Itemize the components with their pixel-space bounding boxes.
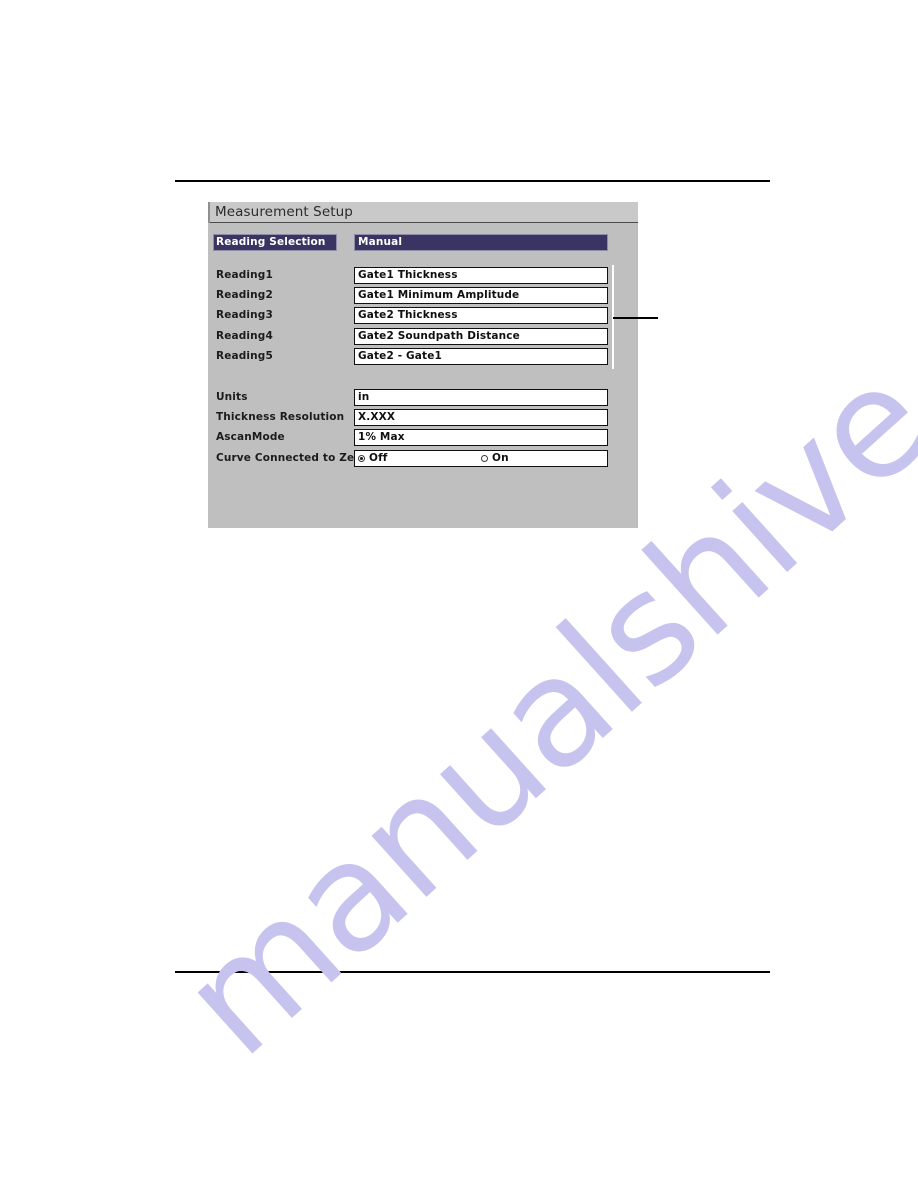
reading5-field[interactable]: Gate2 - Gate1 xyxy=(354,348,608,365)
units-value: in xyxy=(358,391,370,403)
callout-leader-line xyxy=(613,317,658,319)
reading5-value: Gate2 - Gate1 xyxy=(358,350,442,362)
ascan-mode-label: AscanMode xyxy=(216,431,285,443)
reading3-field[interactable]: Gate2 Thickness xyxy=(354,307,608,324)
reading1-field[interactable]: Gate1 Thickness xyxy=(354,267,608,284)
radio-selected-icon xyxy=(358,455,365,462)
reading2-label: Reading2 xyxy=(216,289,273,301)
reading-selection-value[interactable]: Manual xyxy=(354,234,608,251)
radio-unselected-icon xyxy=(481,455,488,462)
reading1-value: Gate1 Thickness xyxy=(358,269,458,281)
page-rule-bottom xyxy=(175,971,770,973)
reading5-label: Reading5 xyxy=(216,350,273,362)
reading-selection-label: Reading Selection xyxy=(213,234,337,251)
reading2-field[interactable]: Gate1 Minimum Amplitude xyxy=(354,287,608,304)
reading2-value: Gate1 Minimum Amplitude xyxy=(358,289,520,301)
reading1-label: Reading1 xyxy=(216,269,273,281)
thickness-resolution-label: Thickness Resolution xyxy=(216,411,345,423)
reading4-label: Reading4 xyxy=(216,330,273,342)
units-label: Units xyxy=(216,391,248,403)
reading-selection-value-text: Manual xyxy=(358,236,403,248)
page-rule-top xyxy=(175,180,770,182)
thickness-resolution-field[interactable]: X.XXX xyxy=(354,409,608,426)
reading4-value: Gate2 Soundpath Distance xyxy=(358,330,520,342)
reading-selection-label-text: Reading Selection xyxy=(216,236,326,248)
thickness-resolution-value: X.XXX xyxy=(358,411,396,423)
reading3-value: Gate2 Thickness xyxy=(358,309,458,321)
curve-connected-to-zero-radio-group[interactable]: Off On xyxy=(354,450,608,467)
units-field[interactable]: in xyxy=(354,389,608,406)
page-title: Measurement Setup xyxy=(215,204,353,220)
curve-connected-to-zero-label: Curve Connected to Zero xyxy=(216,452,367,464)
titlebar-left-edge xyxy=(208,202,210,223)
reading4-field[interactable]: Gate2 Soundpath Distance xyxy=(354,328,608,345)
radio-option-off[interactable]: Off xyxy=(358,451,388,466)
reading3-label: Reading3 xyxy=(216,309,273,321)
ascan-mode-field[interactable]: 1% Max xyxy=(354,429,608,446)
radio-option-on[interactable]: On xyxy=(481,451,509,466)
watermark-layer: manualshive.com xyxy=(0,0,918,1188)
measurement-setup-dialog: Measurement Setup Reading Selection Manu… xyxy=(208,202,658,528)
ascan-mode-value: 1% Max xyxy=(358,431,405,443)
radio-option-off-label: Off xyxy=(369,452,388,464)
radio-option-on-label: On xyxy=(492,452,509,464)
dialog-titlebar: Measurement Setup xyxy=(208,202,638,223)
